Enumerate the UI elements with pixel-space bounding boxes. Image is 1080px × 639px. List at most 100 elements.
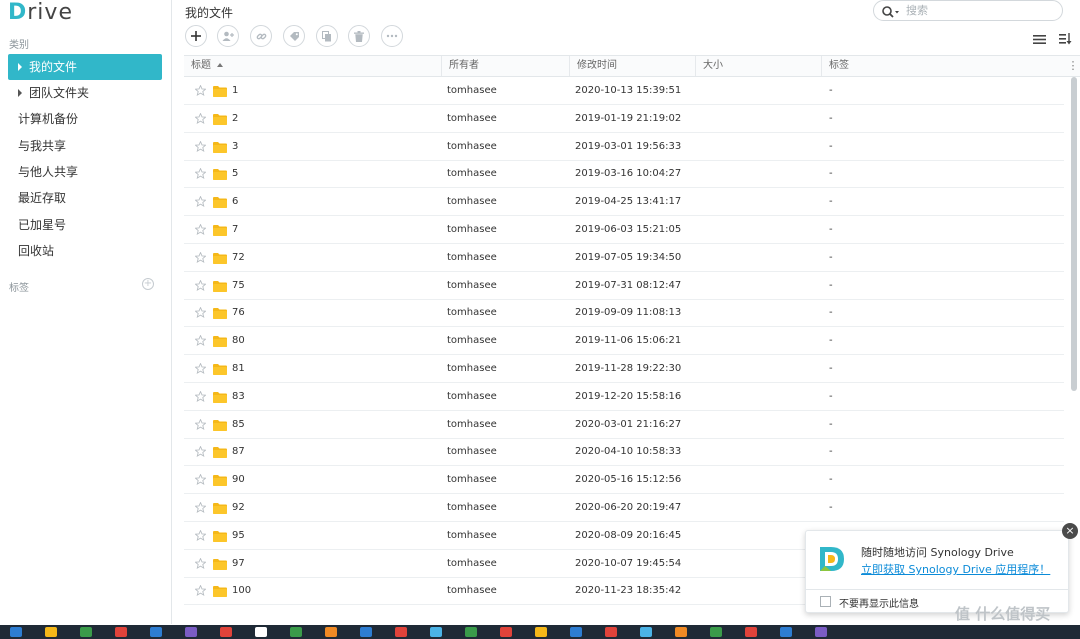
taskbar-app-icon[interactable] [185, 627, 197, 637]
table-row[interactable]: 5 tomhasee 2019-03-16 10:04:27 - [184, 160, 1064, 189]
taskbar-app-icon[interactable] [220, 627, 232, 637]
file-name[interactable]: 6 [232, 188, 238, 215]
file-name[interactable]: 5 [232, 160, 238, 187]
table-row[interactable]: 75 tomhasee 2019-07-31 08:12:47 - [184, 272, 1064, 300]
taskbar-app-icon[interactable] [80, 627, 92, 637]
more-button[interactable] [381, 25, 403, 47]
taskbar-app-icon[interactable] [465, 627, 477, 637]
sort-icon[interactable] [1059, 30, 1072, 49]
file-name[interactable]: 75 [232, 272, 245, 299]
sidebar-item-shared-with-others[interactable]: 与他人共享 [8, 159, 162, 185]
star-icon[interactable] [195, 168, 206, 180]
table-row[interactable]: 90 tomhasee 2020-05-16 15:12:56 - [184, 466, 1064, 495]
star-icon[interactable] [195, 529, 206, 541]
taskbar-app-icon[interactable] [430, 627, 442, 637]
new-button[interactable] [185, 25, 207, 47]
table-row[interactable]: 6 tomhasee 2019-04-25 13:41:17 - [184, 188, 1064, 217]
taskbar-app-icon[interactable] [360, 627, 372, 637]
search-box[interactable] [873, 0, 1063, 21]
table-row[interactable]: 1 tomhasee 2020-10-13 15:39:51 - [184, 77, 1064, 105]
taskbar-app-icon[interactable] [605, 627, 617, 637]
star-icon[interactable] [195, 140, 206, 152]
delete-button[interactable] [348, 25, 370, 47]
taskbar-app-icon[interactable] [45, 627, 57, 637]
taskbar-app-icon[interactable] [325, 627, 337, 637]
taskbar-app-icon[interactable] [395, 627, 407, 637]
file-name[interactable]: 80 [232, 327, 245, 354]
file-name[interactable]: 83 [232, 383, 245, 410]
table-row[interactable]: 87 tomhasee 2020-04-10 10:58:33 - [184, 438, 1064, 467]
add-tag-button[interactable]: + [142, 278, 154, 290]
star-icon[interactable] [195, 335, 206, 347]
file-name[interactable]: 85 [232, 411, 245, 438]
sidebar-item-starred[interactable]: 已加星号 [8, 212, 162, 238]
star-icon[interactable] [195, 279, 206, 291]
file-name[interactable]: 95 [232, 522, 245, 549]
file-name[interactable]: 90 [232, 466, 245, 493]
column-header-modified[interactable]: 修改时间 [570, 56, 696, 76]
caret-right-icon[interactable] [18, 89, 22, 97]
link-button[interactable] [250, 25, 272, 47]
search-input[interactable] [906, 3, 1056, 18]
column-header-name[interactable]: 标题 [184, 56, 442, 76]
star-icon[interactable] [195, 85, 206, 96]
sidebar-item-recycle-bin[interactable]: 回收站 [8, 238, 162, 264]
star-icon[interactable] [195, 251, 206, 263]
taskbar-app-icon[interactable] [675, 627, 687, 637]
star-icon[interactable] [195, 502, 206, 513]
column-menu-icon[interactable]: ⋮ [1066, 56, 1080, 76]
column-header-owner[interactable]: 所有者 [442, 56, 570, 76]
file-name[interactable]: 72 [232, 244, 245, 271]
star-icon[interactable] [195, 474, 206, 486]
taskbar-app-icon[interactable] [255, 627, 267, 637]
file-name[interactable]: 87 [232, 438, 245, 465]
taskbar-app-icon[interactable] [570, 627, 582, 637]
sidebar-item-my-files[interactable]: 我的文件 [8, 54, 162, 80]
table-row[interactable]: 76 tomhasee 2019-09-09 11:08:13 - [184, 299, 1064, 328]
list-view-icon[interactable] [1033, 30, 1046, 49]
table-row[interactable]: 80 tomhasee 2019-11-06 15:06:21 - [184, 327, 1064, 356]
taskbar-app-icon[interactable] [535, 627, 547, 637]
table-row[interactable]: 81 tomhasee 2019-11-28 19:22:30 - [184, 355, 1064, 383]
taskbar-app-icon[interactable] [10, 627, 22, 637]
file-name[interactable]: 2 [232, 105, 238, 132]
taskbar-app-icon[interactable] [780, 627, 792, 637]
file-name[interactable]: 81 [232, 355, 245, 382]
star-icon[interactable] [195, 363, 206, 374]
sidebar-item-pc-backup[interactable]: 计算机备份 [8, 106, 162, 132]
taskbar-app-icon[interactable] [290, 627, 302, 637]
taskbar-app-icon[interactable] [815, 627, 827, 637]
taskbar-app-icon[interactable] [150, 627, 162, 637]
table-row[interactable]: 72 tomhasee 2019-07-05 19:34:50 - [184, 244, 1064, 272]
star-icon[interactable] [195, 557, 206, 569]
drive-logo[interactable]: Drive [8, 0, 73, 25]
search-icon[interactable] [882, 4, 900, 23]
close-popup-button[interactable]: × [1062, 523, 1078, 539]
file-name[interactable]: 76 [232, 299, 245, 326]
taskbar-app-icon[interactable] [710, 627, 722, 637]
star-icon[interactable] [195, 390, 206, 402]
file-name[interactable]: 92 [232, 494, 245, 521]
star-icon[interactable] [195, 112, 206, 124]
taskbar-app-icon[interactable] [640, 627, 652, 637]
sidebar-item-team-folders[interactable]: 团队文件夹 [8, 80, 162, 106]
star-icon[interactable] [195, 307, 206, 319]
copy-button[interactable] [316, 25, 338, 47]
taskbar-app-icon[interactable] [115, 627, 127, 637]
star-icon[interactable] [195, 418, 206, 430]
scrollbar[interactable] [1071, 77, 1077, 391]
share-button[interactable] [217, 25, 239, 47]
column-header-tags[interactable]: 标签 [822, 56, 1066, 76]
star-icon[interactable] [195, 585, 206, 597]
taskbar-app-icon[interactable] [500, 627, 512, 637]
table-row[interactable]: 85 tomhasee 2020-03-01 21:16:27 - [184, 411, 1064, 439]
star-icon[interactable] [195, 224, 206, 235]
star-icon[interactable] [195, 446, 206, 458]
sidebar-item-recent[interactable]: 最近存取 [8, 185, 162, 211]
table-row[interactable]: 7 tomhasee 2019-06-03 15:21:05 - [184, 216, 1064, 244]
file-name[interactable]: 1 [232, 77, 238, 104]
table-row[interactable]: 2 tomhasee 2019-01-19 21:19:02 - [184, 105, 1064, 133]
get-app-link[interactable]: 立即获取 Synology Drive 应用程序！ [861, 561, 1050, 577]
table-row[interactable]: 3 tomhasee 2019-03-01 19:56:33 - [184, 133, 1064, 161]
table-row[interactable]: 92 tomhasee 2020-06-20 20:19:47 - [184, 494, 1064, 522]
